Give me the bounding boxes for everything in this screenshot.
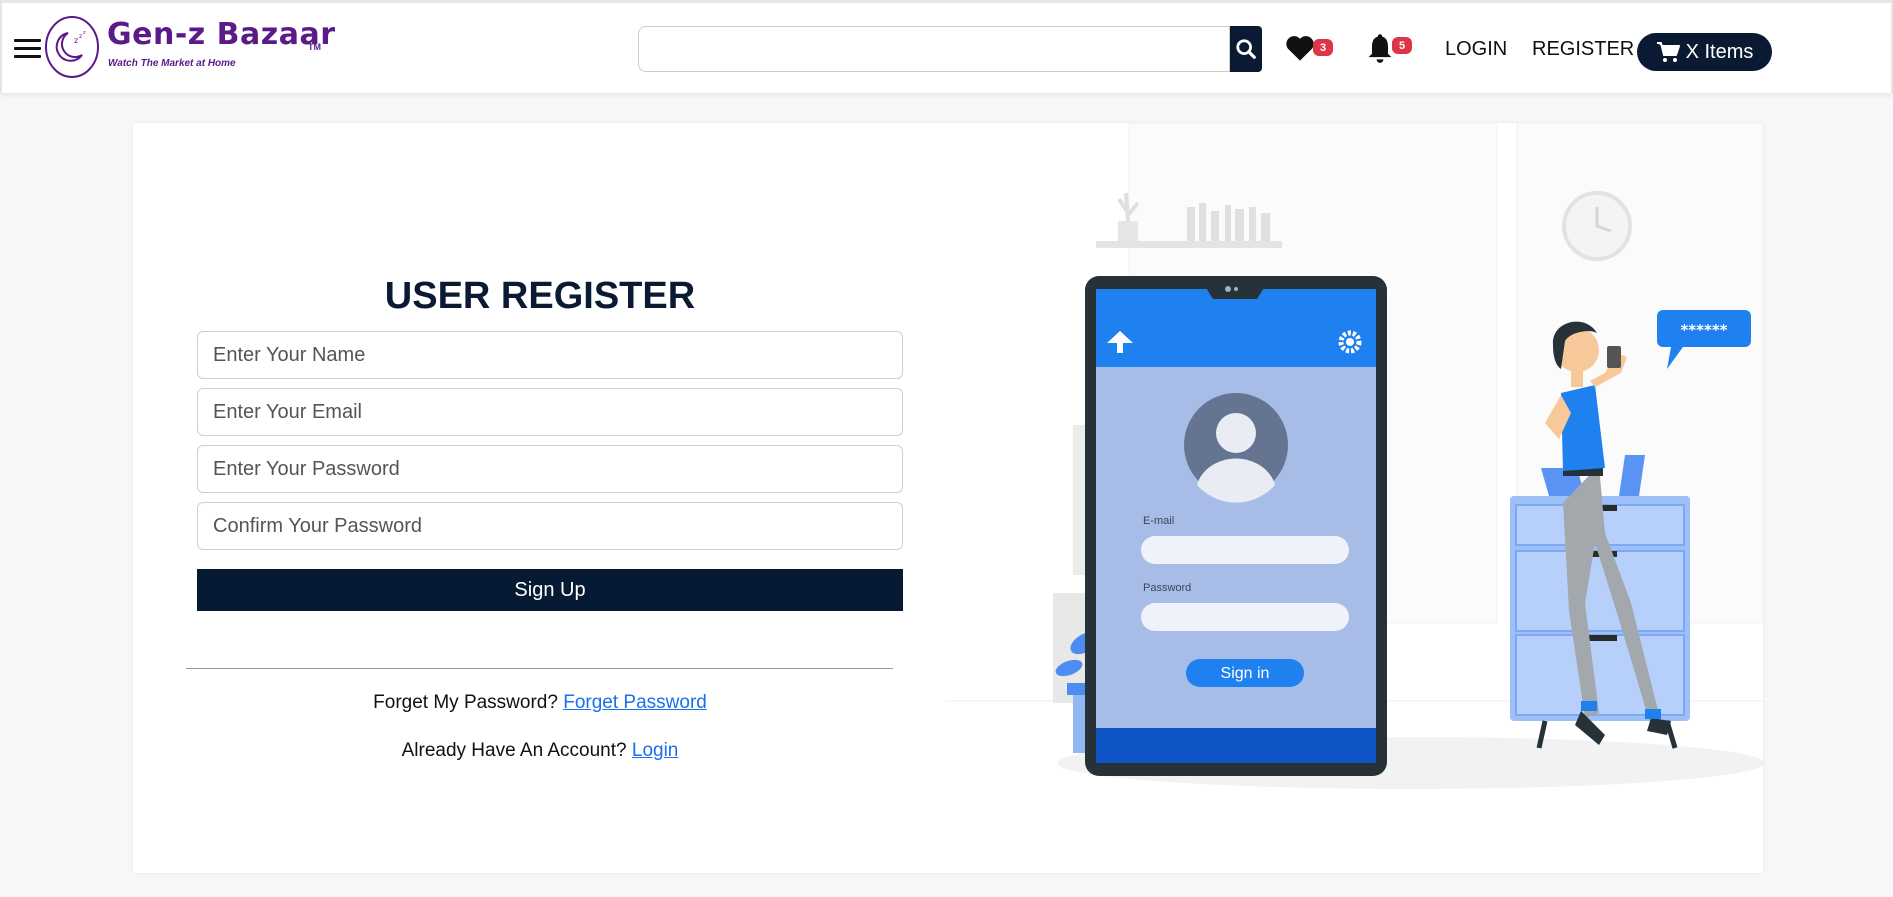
divider xyxy=(186,668,893,669)
heart-icon xyxy=(1286,36,1314,61)
illustration-email-label: E-mail xyxy=(1143,515,1174,527)
illustration-password-label: Password xyxy=(1143,582,1191,594)
brand-tagline: Watch The Market at Home xyxy=(108,58,236,69)
bell-icon xyxy=(1368,34,1392,63)
forgot-password-row: Forget My Password? Forget Password xyxy=(133,692,947,714)
brand-name[interactable]: Gen-z Bazaar xyxy=(107,17,336,52)
cart-label: X Items xyxy=(1685,40,1754,63)
cart-button[interactable]: X Items xyxy=(1637,33,1772,71)
register-card: USER REGISTER Sign Up Forget My Password… xyxy=(133,123,1763,873)
forgot-password-link[interactable]: Forget Password xyxy=(563,692,707,713)
search-icon xyxy=(1236,39,1256,59)
navbar: z z z Gen-z Bazaar TM Watch The Market a… xyxy=(0,0,1893,93)
illustration-bubble-text: ****** xyxy=(1680,321,1727,339)
wishlist-button[interactable]: 3 xyxy=(1284,33,1333,67)
notification-count-badge: 5 xyxy=(1392,37,1412,54)
login-prompt-text: Already Have An Account? xyxy=(401,740,627,761)
search-button[interactable] xyxy=(1230,26,1262,72)
login-link[interactable]: LOGIN xyxy=(1445,38,1507,61)
illustration-signin-label: Sign in xyxy=(1221,665,1270,682)
email-field[interactable] xyxy=(197,388,903,436)
svg-text:z: z xyxy=(79,33,82,40)
search-input[interactable] xyxy=(638,26,1230,72)
brand-trademark: TM xyxy=(308,42,321,52)
page-title: USER REGISTER xyxy=(384,275,696,317)
login-link-bottom[interactable]: Login xyxy=(632,740,679,761)
signup-button[interactable]: Sign Up xyxy=(197,569,903,611)
svg-text:z: z xyxy=(74,36,78,45)
cart-icon xyxy=(1656,42,1680,62)
forgot-password-text: Forget My Password? xyxy=(373,692,558,713)
password-field[interactable] xyxy=(197,445,903,493)
name-field[interactable] xyxy=(197,331,903,379)
moon-logo-icon[interactable]: z z z xyxy=(44,15,100,79)
login-prompt-row: Already Have An Account? Login xyxy=(133,740,947,762)
wishlist-count-badge: 3 xyxy=(1313,39,1333,56)
confirm-password-field[interactable] xyxy=(197,502,903,550)
svg-text:z: z xyxy=(83,30,86,36)
login-illustration: E-mail Password Sign in ****** xyxy=(945,123,1763,789)
notifications-button[interactable]: 5 xyxy=(1366,32,1412,69)
menu-icon[interactable] xyxy=(14,39,41,59)
register-link[interactable]: REGISTER xyxy=(1532,38,1634,61)
